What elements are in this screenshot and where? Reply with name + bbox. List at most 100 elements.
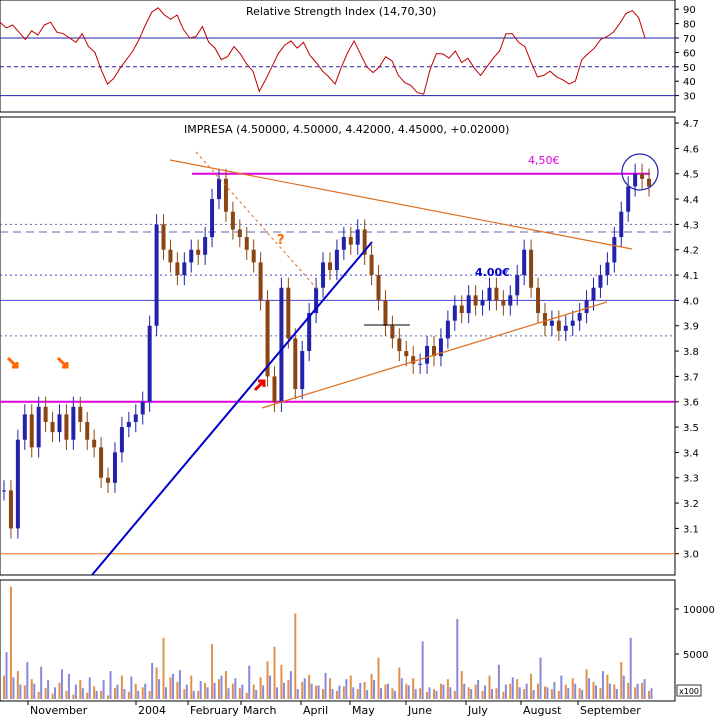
price-candle-body [244, 237, 249, 250]
volume-bar [282, 682, 285, 699]
volume-bar [16, 671, 19, 699]
price-candle-body [327, 262, 332, 270]
volume-bar [560, 675, 563, 699]
volume-bar [301, 681, 304, 699]
volume-bar [585, 669, 588, 699]
date-tick-label: 2004 [138, 704, 166, 717]
price-candle-body [64, 414, 69, 440]
price-candle-body [78, 406, 83, 422]
volume-bar [19, 684, 22, 699]
volume-bar [95, 690, 98, 699]
price-candle-body [189, 249, 194, 263]
price-candle-body [341, 237, 346, 250]
volume-bar [571, 678, 574, 699]
date-tick-label: May [352, 704, 375, 717]
price-tick-label: 4.0 [683, 296, 699, 307]
volume-bar [197, 690, 200, 699]
price-candle-body [383, 300, 388, 326]
volume-bar [259, 677, 262, 699]
volume-bar [613, 684, 616, 699]
price-candle-body [591, 287, 596, 301]
volume-bar [453, 690, 456, 699]
price-candle-body [210, 199, 215, 238]
price-candle-body [445, 320, 450, 339]
volume-bar [414, 689, 417, 699]
volume-bar [123, 689, 126, 699]
volume-bar [467, 687, 470, 699]
volume-bar [218, 679, 220, 699]
volume-bar [130, 676, 133, 699]
volume-bar [428, 687, 431, 699]
volume-bar [192, 690, 195, 699]
date-tick-label: March [243, 704, 277, 717]
price-candle-body [647, 178, 651, 187]
price-candle-body [598, 275, 603, 288]
volume-bar [592, 681, 595, 699]
volume-bar [294, 613, 297, 699]
price-candle-body [85, 422, 90, 440]
volume-bar [650, 688, 653, 699]
price-candle-body [404, 351, 409, 357]
price-candle-body [584, 300, 589, 314]
volume-bar [636, 683, 639, 699]
price-tick-label: 3.2 [683, 499, 699, 510]
price-candle-body [161, 224, 166, 250]
volume-bar [398, 667, 401, 699]
price-candle-body [279, 287, 284, 402]
volume-bar [331, 689, 334, 699]
price-tick-label: 3.3 [683, 474, 699, 485]
volume-bar [169, 677, 172, 699]
volume-bar [412, 678, 415, 699]
volume-bar [60, 669, 63, 699]
volume-bar [280, 664, 283, 699]
volume-bar [393, 690, 396, 699]
volume-bar [116, 684, 119, 699]
volume-bar [23, 685, 26, 699]
volume-bar [204, 682, 207, 699]
volume-bar [553, 681, 556, 699]
price-candle-body [217, 178, 221, 200]
volume-bar [370, 673, 373, 699]
volume-bar [9, 586, 12, 699]
volume-bar [384, 684, 387, 699]
volume-bar [405, 683, 408, 699]
volume-bar [67, 673, 70, 699]
volume-bar [58, 682, 61, 699]
stock-chart: 30 40 50 60 70 80 90 3.0 3.1 3.2 3.3 3.4 3.5 3.6 3.7 3.… [0, 0, 715, 717]
volume-bar [530, 673, 533, 699]
price-candle-body [36, 406, 41, 448]
date-tick-label: August [523, 704, 562, 717]
volume-bar [241, 684, 244, 699]
price-tick-label: 3.7 [683, 372, 699, 383]
volume-panel [0, 579, 676, 702]
volume-bar [74, 684, 77, 699]
volume-bar [470, 689, 473, 699]
price-candle-body [480, 300, 485, 306]
volume-bar [148, 690, 151, 699]
price-candle-body [22, 414, 27, 440]
volume-bar [324, 672, 327, 699]
volume-bar [578, 688, 581, 699]
volume-bar [377, 657, 380, 699]
volume-bar [525, 683, 528, 699]
volume-bar [335, 690, 338, 699]
volume-bar [102, 680, 105, 699]
volume-bar [629, 637, 632, 699]
volume-bar [199, 681, 202, 699]
price-candle-body [272, 376, 277, 402]
price-candle-body [425, 346, 430, 364]
price-candle-body [50, 422, 55, 433]
volume-bar [287, 680, 290, 699]
volume-bar [456, 618, 459, 699]
volume-bar [537, 683, 540, 699]
volume-bar [296, 689, 299, 699]
price-candle-body [508, 295, 513, 306]
volume-bar [141, 687, 144, 699]
price-candle-body [626, 186, 631, 212]
price-panel [0, 116, 676, 576]
price-candle-body [99, 447, 104, 478]
price-candle-body [494, 287, 499, 301]
price-candle-body [563, 325, 568, 331]
volume-bar [643, 679, 646, 699]
volume-bar [516, 679, 519, 699]
